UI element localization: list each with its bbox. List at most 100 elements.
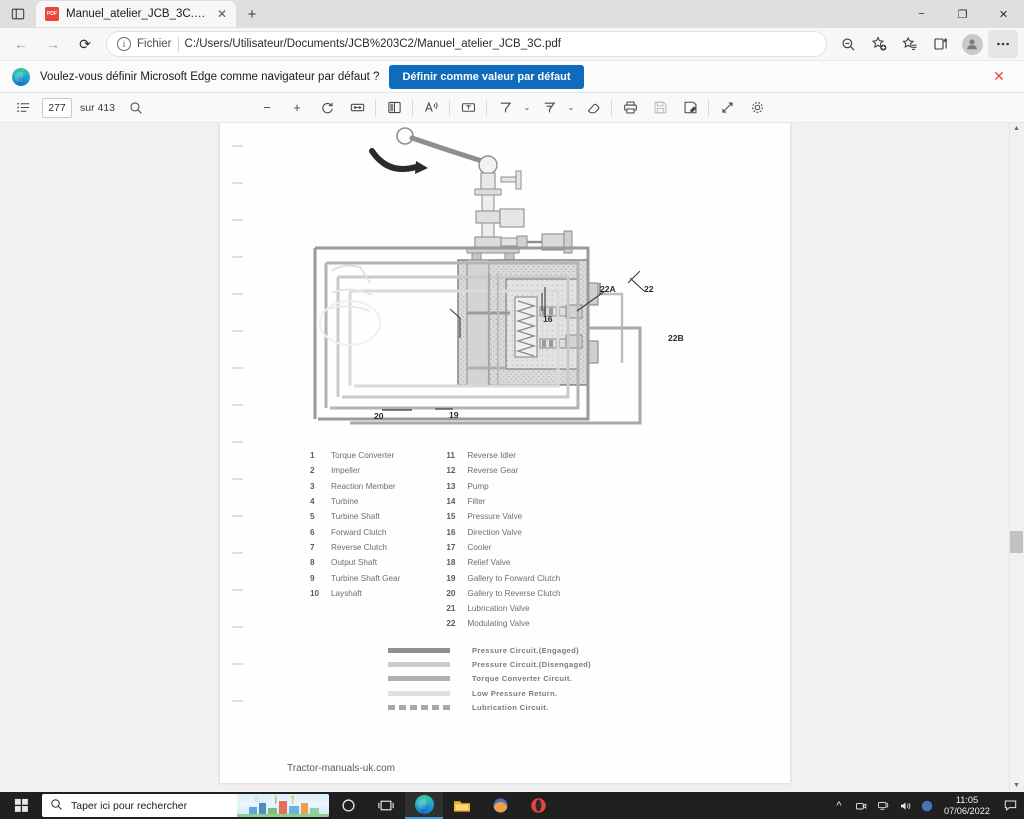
part-list-row: 2 Impeller — [310, 463, 400, 478]
part-number: 14 — [446, 497, 456, 507]
browser-tab[interactable]: PDF Manuel_atelier_JCB_3C.pdf ✕ — [36, 1, 236, 27]
erase-icon[interactable] — [578, 95, 608, 121]
part-list-row: 16 Direction Valve — [446, 524, 560, 539]
search-icon[interactable] — [121, 95, 151, 121]
part-list-row: 3 Reaction Member — [310, 479, 400, 494]
maximize-button[interactable]: ❐ — [942, 0, 983, 28]
part-list-row: 15 Pressure Valve — [446, 509, 560, 524]
tray-expand-icon[interactable]: ^ — [828, 792, 850, 819]
vertical-scrollbar[interactable]: ▲ ▼ — [1009, 123, 1024, 791]
chevron-down-icon[interactable]: ⌄ — [520, 103, 534, 112]
search-minus-icon[interactable] — [833, 30, 863, 58]
pdf-viewer[interactable]: 22A 22 22B 16 20 19 1 Torque Converter 2 Impelle… — [0, 123, 1024, 791]
table-of-contents-icon[interactable] — [8, 95, 38, 121]
rotate-icon[interactable] — [312, 95, 342, 121]
set-default-button[interactable]: Définir comme valeur par défaut — [389, 64, 584, 89]
add-favorite-icon[interactable] — [864, 30, 894, 58]
part-list-row: 8 Output Shaft — [310, 555, 400, 570]
zoom-in-button[interactable]: + — [282, 95, 312, 121]
start-icon[interactable] — [0, 792, 42, 819]
search-illustration — [237, 794, 329, 817]
pdf-toolbar-center: − + ⌄ ⌄ — [252, 95, 772, 121]
reload-icon[interactable]: ⟳ — [70, 30, 100, 58]
system-tray: ^ 11:05 07/06/2022 — [828, 792, 1024, 819]
photos-icon[interactable] — [481, 792, 519, 819]
scrollbar-thumb[interactable] — [1010, 531, 1023, 553]
cortana-icon[interactable] — [329, 792, 367, 819]
part-label: Relief Valve — [467, 558, 511, 568]
pdf-toolbar: 277 sur 413 − + ⌄ ⌄ — [0, 93, 1024, 123]
new-tab-button[interactable]: + — [238, 1, 266, 27]
more-settings-icon[interactable] — [988, 30, 1018, 58]
info-icon[interactable]: i — [117, 37, 131, 51]
tab-strip: PDF Manuel_atelier_JCB_3C.pdf ✕ + − ❐ ✕ — [0, 0, 1024, 28]
part-number: 5 — [310, 512, 315, 522]
divider — [177, 36, 179, 52]
weather-icon[interactable] — [916, 792, 938, 819]
back-icon[interactable]: ← — [6, 30, 36, 58]
zoom-out-button[interactable]: − — [252, 95, 282, 121]
part-label: Gallery to Forward Clutch — [467, 573, 561, 583]
clock-date: 07/06/2022 — [944, 805, 990, 816]
read-aloud-icon[interactable] — [416, 95, 446, 121]
edge-icon — [12, 67, 30, 86]
clock[interactable]: 11:05 07/06/2022 — [938, 795, 996, 817]
part-label: Turbine Shaft — [331, 512, 380, 522]
forward-icon[interactable]: → — [38, 30, 68, 58]
part-number: 17 — [446, 542, 456, 552]
legend-swatch — [388, 662, 450, 668]
divider — [708, 99, 709, 116]
file-explorer-icon[interactable] — [443, 792, 481, 819]
part-number: 7 — [310, 542, 315, 552]
browser-toolbar-icons — [833, 30, 1018, 58]
address-bar[interactable]: i Fichier C:/Users/Utilisateur/Documents… — [106, 31, 827, 57]
scroll-up-arrow[interactable]: ▲ — [1011, 125, 1022, 132]
scroll-down-arrow[interactable]: ▼ — [1011, 782, 1022, 789]
part-label: Turbine — [331, 497, 359, 507]
part-label: Pressure Valve — [467, 512, 523, 522]
favorites-icon[interactable] — [895, 30, 925, 58]
part-label: Lubrication Valve — [467, 604, 530, 614]
fit-page-icon[interactable] — [342, 95, 372, 121]
windows-taskbar: Taper ici pour rechercher ^ 11:05 07/06/… — [0, 792, 1024, 819]
part-label: Impeller — [331, 466, 361, 476]
print-icon[interactable] — [615, 95, 645, 121]
action-center-icon[interactable] — [996, 792, 1024, 819]
part-list-row: 20 Gallery to Reverse Clutch — [446, 586, 560, 601]
part-list-row: 14 Filter — [446, 494, 560, 509]
collections-icon[interactable] — [926, 30, 956, 58]
page-number-input[interactable]: 277 — [42, 97, 72, 118]
pdf-page-content: 22A 22 22B 16 20 19 1 Torque Converter 2 Impelle… — [220, 123, 790, 783]
highlight-icon[interactable] — [534, 95, 564, 121]
save-as-icon[interactable] — [675, 95, 705, 121]
diagram-callout-label: 22B — [668, 333, 684, 343]
settings-gear-icon[interactable] — [742, 95, 772, 121]
legend-row: Torque Converter Circuit. — [388, 673, 591, 684]
page-layout-icon[interactable] — [379, 95, 409, 121]
circuit-legend: Pressure Circuit.(Engaged) Pressure Circu… — [388, 645, 591, 713]
network-icon[interactable] — [872, 792, 894, 819]
part-number: 16 — [446, 527, 456, 537]
avatar[interactable] — [957, 30, 987, 58]
tab-search-icon[interactable] — [0, 0, 36, 28]
volume-icon[interactable] — [894, 792, 916, 819]
search-input[interactable]: Taper ici pour rechercher — [42, 794, 329, 817]
add-text-icon[interactable] — [453, 95, 483, 121]
close-window-button[interactable]: ✕ — [983, 0, 1024, 28]
camera-icon[interactable] — [850, 792, 872, 819]
minimize-button[interactable]: − — [901, 0, 942, 28]
part-label: Reaction Member — [331, 481, 396, 491]
draw-icon[interactable] — [490, 95, 520, 121]
chevron-down-icon[interactable]: ⌄ — [564, 103, 578, 112]
save-icon[interactable] — [645, 95, 675, 121]
dismiss-prompt-icon[interactable]: ✕ — [986, 68, 1012, 85]
task-view-icon[interactable] — [367, 792, 405, 819]
close-icon[interactable]: ✕ — [214, 6, 230, 22]
parts-list: 1 Torque Converter 2 Impeller 3 Reaction Memb… — [310, 448, 730, 632]
edge-icon[interactable] — [405, 792, 443, 819]
part-list-row: 9 Turbine Shaft Gear — [310, 570, 400, 585]
opera-icon[interactable] — [519, 792, 557, 819]
diagram-callout-label: 20 — [374, 411, 384, 421]
url-text: C:/Users/Utilisateur/Documents/JCB%203C2… — [184, 38, 561, 50]
fullscreen-icon[interactable] — [712, 95, 742, 121]
